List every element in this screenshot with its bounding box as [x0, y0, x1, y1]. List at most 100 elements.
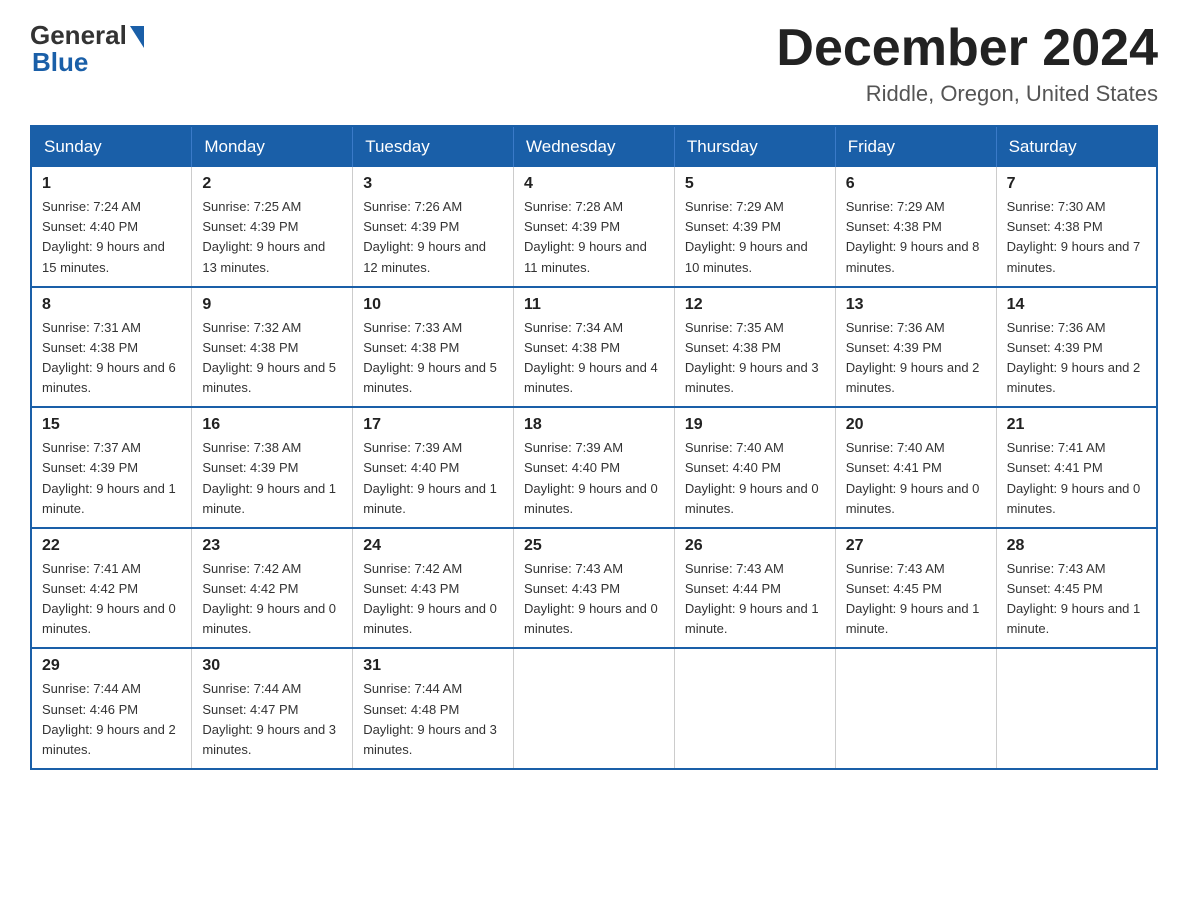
day-number: 11: [524, 296, 664, 314]
day-number: 24: [363, 537, 503, 555]
day-info: Sunrise: 7:26 AMSunset: 4:39 PMDaylight:…: [363, 199, 486, 274]
day-number: 14: [1007, 296, 1146, 314]
day-number: 16: [202, 416, 342, 434]
calendar-header-thursday: Thursday: [674, 126, 835, 167]
calendar-cell: 28 Sunrise: 7:43 AMSunset: 4:45 PMDaylig…: [996, 528, 1157, 649]
day-info: Sunrise: 7:29 AMSunset: 4:38 PMDaylight:…: [846, 199, 980, 274]
calendar-cell: 9 Sunrise: 7:32 AMSunset: 4:38 PMDayligh…: [192, 287, 353, 408]
day-info: Sunrise: 7:44 AMSunset: 4:48 PMDaylight:…: [363, 681, 497, 756]
day-info: Sunrise: 7:42 AMSunset: 4:43 PMDaylight:…: [363, 561, 497, 636]
day-number: 9: [202, 296, 342, 314]
calendar-cell: 24 Sunrise: 7:42 AMSunset: 4:43 PMDaylig…: [353, 528, 514, 649]
calendar-cell: 14 Sunrise: 7:36 AMSunset: 4:39 PMDaylig…: [996, 287, 1157, 408]
calendar-cell: 20 Sunrise: 7:40 AMSunset: 4:41 PMDaylig…: [835, 407, 996, 528]
day-info: Sunrise: 7:28 AMSunset: 4:39 PMDaylight:…: [524, 199, 647, 274]
logo-blue-text: Blue: [32, 47, 88, 78]
day-info: Sunrise: 7:41 AMSunset: 4:41 PMDaylight:…: [1007, 440, 1141, 515]
day-info: Sunrise: 7:43 AMSunset: 4:45 PMDaylight:…: [846, 561, 980, 636]
calendar-week-row: 15 Sunrise: 7:37 AMSunset: 4:39 PMDaylig…: [31, 407, 1157, 528]
day-number: 28: [1007, 537, 1146, 555]
calendar-header-monday: Monday: [192, 126, 353, 167]
day-number: 12: [685, 296, 825, 314]
page-header: General Blue December 2024 Riddle, Orego…: [30, 20, 1158, 107]
calendar-cell: 29 Sunrise: 7:44 AMSunset: 4:46 PMDaylig…: [31, 648, 192, 769]
day-number: 27: [846, 537, 986, 555]
calendar-header-saturday: Saturday: [996, 126, 1157, 167]
day-number: 7: [1007, 175, 1146, 193]
calendar-cell: 18 Sunrise: 7:39 AMSunset: 4:40 PMDaylig…: [514, 407, 675, 528]
day-info: Sunrise: 7:40 AMSunset: 4:40 PMDaylight:…: [685, 440, 819, 515]
day-number: 19: [685, 416, 825, 434]
day-info: Sunrise: 7:42 AMSunset: 4:42 PMDaylight:…: [202, 561, 336, 636]
day-info: Sunrise: 7:39 AMSunset: 4:40 PMDaylight:…: [524, 440, 658, 515]
day-number: 18: [524, 416, 664, 434]
day-number: 13: [846, 296, 986, 314]
calendar-cell: 11 Sunrise: 7:34 AMSunset: 4:38 PMDaylig…: [514, 287, 675, 408]
day-number: 20: [846, 416, 986, 434]
calendar-week-row: 29 Sunrise: 7:44 AMSunset: 4:46 PMDaylig…: [31, 648, 1157, 769]
calendar-header-friday: Friday: [835, 126, 996, 167]
calendar-cell: 21 Sunrise: 7:41 AMSunset: 4:41 PMDaylig…: [996, 407, 1157, 528]
day-info: Sunrise: 7:41 AMSunset: 4:42 PMDaylight:…: [42, 561, 176, 636]
calendar-cell: 16 Sunrise: 7:38 AMSunset: 4:39 PMDaylig…: [192, 407, 353, 528]
calendar-cell: 5 Sunrise: 7:29 AMSunset: 4:39 PMDayligh…: [674, 167, 835, 287]
day-number: 30: [202, 657, 342, 675]
day-number: 1: [42, 175, 181, 193]
day-info: Sunrise: 7:31 AMSunset: 4:38 PMDaylight:…: [42, 320, 176, 395]
calendar-cell: 23 Sunrise: 7:42 AMSunset: 4:42 PMDaylig…: [192, 528, 353, 649]
calendar-cell: 26 Sunrise: 7:43 AMSunset: 4:44 PMDaylig…: [674, 528, 835, 649]
month-title: December 2024: [776, 20, 1158, 77]
calendar-cell: 22 Sunrise: 7:41 AMSunset: 4:42 PMDaylig…: [31, 528, 192, 649]
calendar-header-sunday: Sunday: [31, 126, 192, 167]
calendar-cell: 2 Sunrise: 7:25 AMSunset: 4:39 PMDayligh…: [192, 167, 353, 287]
day-info: Sunrise: 7:39 AMSunset: 4:40 PMDaylight:…: [363, 440, 497, 515]
calendar-header-row: SundayMondayTuesdayWednesdayThursdayFrid…: [31, 126, 1157, 167]
calendar-cell: 13 Sunrise: 7:36 AMSunset: 4:39 PMDaylig…: [835, 287, 996, 408]
day-info: Sunrise: 7:35 AMSunset: 4:38 PMDaylight:…: [685, 320, 819, 395]
day-info: Sunrise: 7:30 AMSunset: 4:38 PMDaylight:…: [1007, 199, 1141, 274]
day-info: Sunrise: 7:25 AMSunset: 4:39 PMDaylight:…: [202, 199, 325, 274]
day-info: Sunrise: 7:34 AMSunset: 4:38 PMDaylight:…: [524, 320, 658, 395]
day-info: Sunrise: 7:40 AMSunset: 4:41 PMDaylight:…: [846, 440, 980, 515]
day-info: Sunrise: 7:36 AMSunset: 4:39 PMDaylight:…: [846, 320, 980, 395]
day-info: Sunrise: 7:43 AMSunset: 4:43 PMDaylight:…: [524, 561, 658, 636]
calendar-week-row: 1 Sunrise: 7:24 AMSunset: 4:40 PMDayligh…: [31, 167, 1157, 287]
calendar-week-row: 22 Sunrise: 7:41 AMSunset: 4:42 PMDaylig…: [31, 528, 1157, 649]
day-number: 5: [685, 175, 825, 193]
day-number: 25: [524, 537, 664, 555]
location-title: Riddle, Oregon, United States: [776, 81, 1158, 107]
logo-triangle-icon: [130, 26, 144, 48]
day-info: Sunrise: 7:44 AMSunset: 4:46 PMDaylight:…: [42, 681, 176, 756]
day-number: 10: [363, 296, 503, 314]
calendar-cell: 27 Sunrise: 7:43 AMSunset: 4:45 PMDaylig…: [835, 528, 996, 649]
day-info: Sunrise: 7:36 AMSunset: 4:39 PMDaylight:…: [1007, 320, 1141, 395]
calendar-cell: 6 Sunrise: 7:29 AMSunset: 4:38 PMDayligh…: [835, 167, 996, 287]
calendar-table: SundayMondayTuesdayWednesdayThursdayFrid…: [30, 125, 1158, 770]
calendar-cell: 4 Sunrise: 7:28 AMSunset: 4:39 PMDayligh…: [514, 167, 675, 287]
day-info: Sunrise: 7:38 AMSunset: 4:39 PMDaylight:…: [202, 440, 336, 515]
calendar-cell: 10 Sunrise: 7:33 AMSunset: 4:38 PMDaylig…: [353, 287, 514, 408]
calendar-header-wednesday: Wednesday: [514, 126, 675, 167]
day-number: 26: [685, 537, 825, 555]
day-number: 23: [202, 537, 342, 555]
calendar-cell: [835, 648, 996, 769]
calendar-cell: [674, 648, 835, 769]
day-number: 4: [524, 175, 664, 193]
day-info: Sunrise: 7:44 AMSunset: 4:47 PMDaylight:…: [202, 681, 336, 756]
day-info: Sunrise: 7:37 AMSunset: 4:39 PMDaylight:…: [42, 440, 176, 515]
day-info: Sunrise: 7:24 AMSunset: 4:40 PMDaylight:…: [42, 199, 165, 274]
calendar-cell: [514, 648, 675, 769]
day-info: Sunrise: 7:43 AMSunset: 4:44 PMDaylight:…: [685, 561, 819, 636]
day-info: Sunrise: 7:43 AMSunset: 4:45 PMDaylight:…: [1007, 561, 1141, 636]
calendar-cell: 3 Sunrise: 7:26 AMSunset: 4:39 PMDayligh…: [353, 167, 514, 287]
day-number: 21: [1007, 416, 1146, 434]
day-info: Sunrise: 7:33 AMSunset: 4:38 PMDaylight:…: [363, 320, 497, 395]
calendar-header-tuesday: Tuesday: [353, 126, 514, 167]
calendar-cell: 1 Sunrise: 7:24 AMSunset: 4:40 PMDayligh…: [31, 167, 192, 287]
day-number: 2: [202, 175, 342, 193]
day-number: 22: [42, 537, 181, 555]
day-number: 3: [363, 175, 503, 193]
calendar-cell: 25 Sunrise: 7:43 AMSunset: 4:43 PMDaylig…: [514, 528, 675, 649]
calendar-cell: 7 Sunrise: 7:30 AMSunset: 4:38 PMDayligh…: [996, 167, 1157, 287]
calendar-week-row: 8 Sunrise: 7:31 AMSunset: 4:38 PMDayligh…: [31, 287, 1157, 408]
